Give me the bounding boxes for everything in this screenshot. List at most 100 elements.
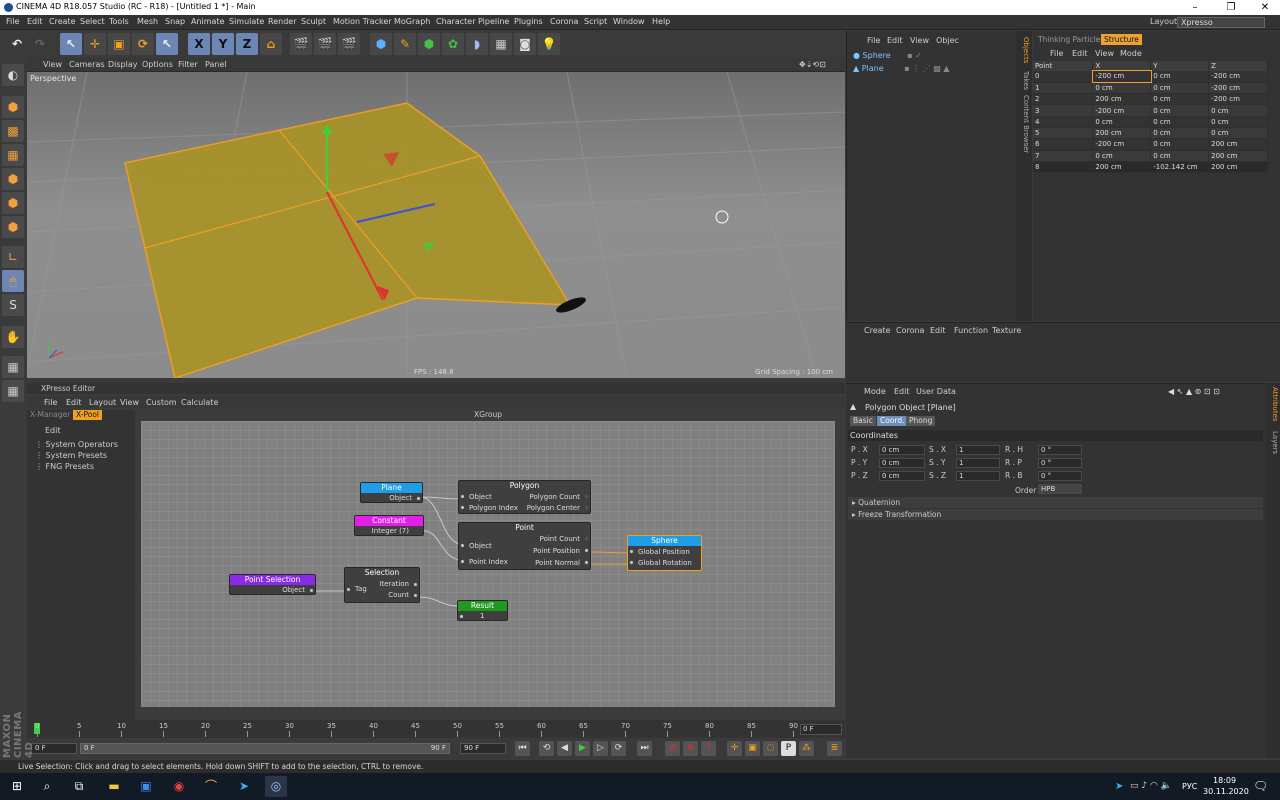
menu-script[interactable]: Script	[584, 17, 607, 26]
go-to-end-icon[interactable]: ⏭	[637, 741, 652, 756]
result-node[interactable]: Result 1	[457, 600, 508, 621]
p-z-field[interactable]: 0 cm	[879, 471, 925, 481]
menu-select[interactable]: Select	[80, 17, 105, 26]
menu-motion-tracker[interactable]: Motion Tracker	[333, 17, 392, 26]
table-row[interactable]: 0 -200 cm 0 cm -200 cm	[1033, 69, 1268, 84]
recent-tool-icon[interactable]: ↖	[156, 33, 178, 55]
input-port[interactable]	[459, 614, 464, 619]
constant-node[interactable]: Constant Integer (7)	[354, 515, 424, 536]
windows-start-icon[interactable]: ⊞	[6, 776, 28, 797]
om-menu-file[interactable]: File	[867, 36, 880, 45]
planar-workplane-icon[interactable]: ▦	[2, 380, 24, 402]
table-row[interactable]: 10 cm 0 cm -200 cm	[1033, 82, 1268, 95]
key-parameter-icon[interactable]: P	[781, 741, 796, 756]
p-y-field[interactable]: 0 cm	[879, 458, 925, 468]
clock-date[interactable]: 30.11.2020	[1203, 787, 1249, 796]
quaternion-fold[interactable]: ▸ Quaternion	[848, 497, 1263, 508]
col-z[interactable]: Z	[1208, 61, 1268, 71]
menu-simulate[interactable]: Simulate	[229, 17, 264, 26]
menu-help[interactable]: Help	[652, 17, 670, 26]
r-p-field[interactable]: 0 °	[1038, 458, 1082, 468]
edges-mode-icon[interactable]: ⬢	[2, 192, 24, 214]
col-y[interactable]: Y	[1150, 61, 1210, 71]
tab-content-browser[interactable]: Content Browser	[1018, 95, 1030, 153]
telegram-icon[interactable]: ➤	[233, 776, 255, 797]
cell[interactable]: 0 cm	[1150, 104, 1210, 117]
telegram-tray-icon[interactable]: ➤	[1115, 781, 1123, 792]
mat-menu-edit[interactable]: Edit	[930, 326, 946, 335]
point-selection-node[interactable]: Point Selection Object	[229, 574, 316, 595]
start-frame-field[interactable]: 0 F	[31, 743, 77, 754]
keyframe-selection-icon[interactable]: ?	[701, 741, 716, 756]
xp-menu-layout[interactable]: Layout	[89, 398, 116, 407]
output-port[interactable]	[584, 536, 589, 541]
attr-menu-edit[interactable]: Edit	[894, 387, 910, 396]
z-axis-lock-button[interactable]: Z	[236, 33, 258, 55]
points-mode-icon[interactable]: ⬢	[2, 168, 24, 190]
live-selection-icon[interactable]: ↖	[60, 33, 82, 55]
key-rotation-icon[interactable]: ◌	[763, 741, 778, 756]
x-axis-lock-button[interactable]: X	[188, 33, 210, 55]
p-x-field[interactable]: 0 cm	[879, 445, 925, 455]
menu-corona[interactable]: Corona	[550, 17, 578, 26]
output-port[interactable]	[584, 494, 589, 499]
structure-menu-file[interactable]: File	[1050, 49, 1063, 58]
end-frame-field[interactable]: 90 F	[460, 743, 506, 754]
menu-edit[interactable]: Edit	[27, 17, 43, 26]
cell[interactable]: 0 cm	[1208, 127, 1268, 140]
table-row[interactable]: 5 200 cm 0 cm 0 cm	[1033, 127, 1268, 140]
make-editable-icon[interactable]: ◐	[2, 64, 24, 86]
xpool-item[interactable]: ⋮ System Operators	[35, 440, 118, 449]
cell[interactable]: 0 cm	[1150, 116, 1210, 128]
s-z-field[interactable]: 1	[956, 471, 1000, 481]
input-port[interactable]	[346, 587, 351, 592]
table-row[interactable]: 2 200 cm 0 cm -200 cm	[1033, 93, 1268, 106]
perspective-viewport[interactable]: Perspective FPS : 148.8 Grid Spacing : 1…	[27, 72, 845, 378]
key-position-icon[interactable]: ✛	[727, 741, 742, 756]
output-port[interactable]	[413, 582, 418, 587]
cell[interactable]: 0 cm	[1150, 138, 1210, 151]
undo-icon[interactable]: ↶	[6, 33, 28, 55]
output-port[interactable]	[413, 593, 418, 598]
file-explorer-icon[interactable]: ▬	[103, 776, 125, 797]
output-port[interactable]	[416, 496, 421, 501]
cell[interactable]: 0 cm	[1092, 150, 1152, 162]
axis-mode-icon[interactable]: ∟	[2, 246, 24, 268]
key-scale-icon[interactable]: ▣	[745, 741, 760, 756]
sphere-node[interactable]: Sphere Global Position Global Rotation	[627, 535, 702, 571]
chrome-icon[interactable]: ◉	[168, 776, 190, 797]
cell[interactable]: 200 cm	[1092, 127, 1152, 140]
cell[interactable]: -200 cm	[1208, 93, 1268, 106]
xp-menu-custom[interactable]: Custom	[146, 398, 177, 407]
xp-menu-calculate[interactable]: Calculate	[181, 398, 218, 407]
selection-node[interactable]: Selection Tag Iteration Count	[344, 567, 420, 603]
cell[interactable]: -200 cm	[1208, 71, 1268, 83]
play-icon[interactable]: ▶	[575, 741, 590, 756]
menu-create[interactable]: Create	[49, 17, 76, 26]
range-slider[interactable]: 0 F 90 F	[80, 743, 450, 754]
r-b-field[interactable]: 0 °	[1038, 471, 1082, 481]
cell[interactable]: 0 cm	[1150, 150, 1210, 162]
om-item-sphere[interactable]: ● Sphere ▪ ✓	[853, 51, 922, 63]
tray-icons[interactable]: ▭ ♪ ◠ 🔈	[1130, 781, 1172, 791]
xpool-edit-menu[interactable]: Edit	[45, 426, 61, 435]
menu-file[interactable]: File	[6, 17, 19, 26]
table-row[interactable]: 3 -200 cm 0 cm 0 cm	[1033, 104, 1268, 117]
polygons-mode-icon[interactable]: ⬢	[2, 216, 24, 238]
cell[interactable]: -200 cm	[1092, 138, 1152, 151]
viewport-menu-options[interactable]: Options	[142, 60, 173, 69]
freeze-transformation-fold[interactable]: ▸ Freeze Transformation	[848, 509, 1263, 520]
cell[interactable]: 0 cm	[1208, 116, 1268, 128]
attr-nav-icons[interactable]: ◀ ↖ ▲ ⊚ ⊡ ⊡	[1168, 387, 1220, 396]
structure-menu-mode[interactable]: Mode	[1120, 49, 1142, 58]
viewport-menu-display[interactable]: Display	[108, 60, 138, 69]
workplane-icon[interactable]: ▦	[2, 356, 24, 378]
minimize-button[interactable]: –	[1178, 0, 1212, 15]
rotate-icon[interactable]: ⟳	[132, 33, 154, 55]
next-frame-icon[interactable]: ▷	[593, 741, 608, 756]
menu-snap[interactable]: Snap	[165, 17, 185, 26]
viewport-menu-view[interactable]: View	[43, 60, 62, 69]
cell[interactable]: 0 cm	[1092, 116, 1152, 128]
structure-menu-view[interactable]: View	[1095, 49, 1114, 58]
input-port[interactable]	[460, 559, 465, 564]
